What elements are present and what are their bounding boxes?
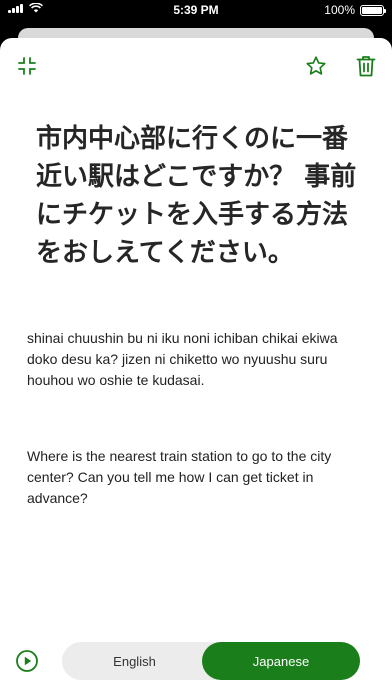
romaji-phrase: shinai chuushin bu ni iku noni ichiban c… xyxy=(27,330,338,388)
collapse-icon xyxy=(18,57,36,75)
language-option-japanese[interactable]: Japanese xyxy=(202,642,360,680)
play-audio-button[interactable] xyxy=(13,647,41,675)
play-icon xyxy=(16,650,38,672)
collapse-button[interactable] xyxy=(13,52,41,80)
trash-icon xyxy=(356,56,376,77)
battery-icon xyxy=(360,4,386,16)
status-bar: 5:39 PM 100% xyxy=(0,0,392,22)
language-toggle: English Japanese xyxy=(62,642,360,680)
english-translation: Where is the nearest train station to go… xyxy=(27,448,332,506)
favorite-button[interactable] xyxy=(302,52,330,80)
star-icon xyxy=(306,56,326,75)
battery-percent: 100% xyxy=(324,3,355,17)
phrase-card: 市内中心部に行くのに一番近い駅はどこですか？ 事前にチケットを入手する方法をおし… xyxy=(0,38,392,696)
status-right: 100% xyxy=(324,3,386,17)
language-option-english[interactable]: English xyxy=(62,642,207,680)
delete-button[interactable] xyxy=(352,52,380,80)
japanese-phrase: 市内中心部に行くのに一番近い駅はどこですか？ 事前にチケットを入手する方法をおし… xyxy=(36,124,357,268)
